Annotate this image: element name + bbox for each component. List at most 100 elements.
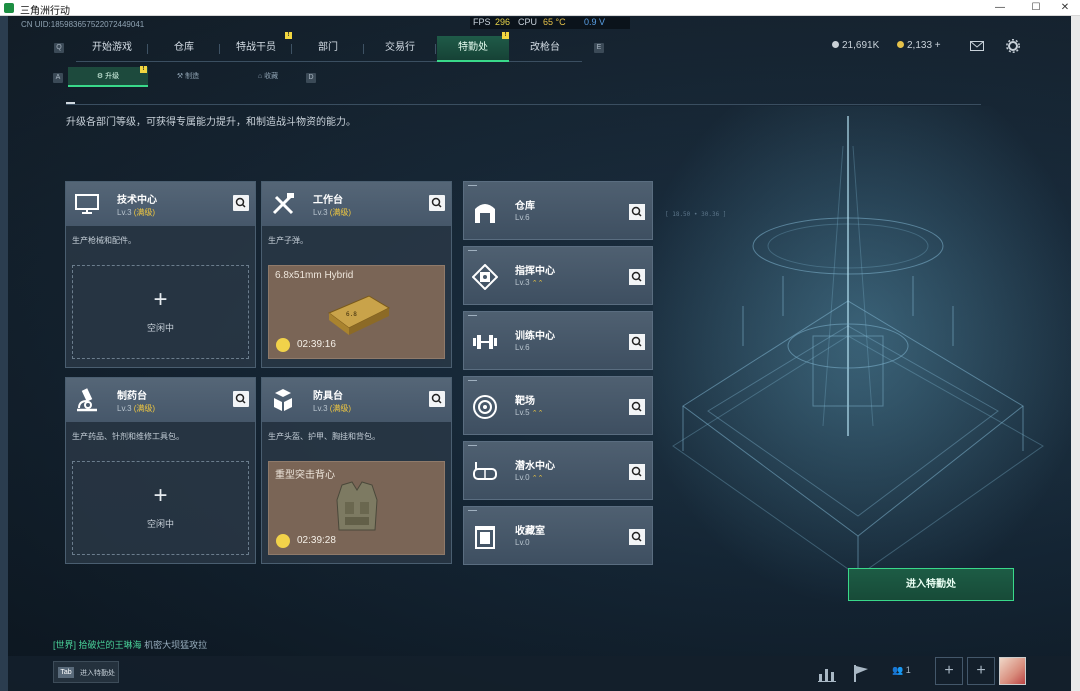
add-slot-button-2[interactable]: + bbox=[967, 657, 995, 685]
tab-start-game[interactable]: 开始游戏 bbox=[76, 36, 148, 62]
search-icon[interactable] bbox=[233, 391, 249, 407]
facility-row-collection-room[interactable]: 收藏室 Lv.0 bbox=[463, 506, 653, 565]
timer-icon bbox=[276, 534, 290, 548]
search-icon[interactable] bbox=[429, 195, 445, 211]
production-timer: 02:39:16 bbox=[297, 339, 336, 350]
operators-alert-badge: ! bbox=[285, 32, 292, 39]
gold-coin-icon bbox=[897, 41, 904, 48]
stats-chart-icon[interactable] bbox=[816, 662, 838, 684]
facility-level: Lv.3 (满级) bbox=[117, 208, 156, 217]
facility-card-pharmacy[interactable]: 制药台 Lv.3 (满级) 生产药品、针剂和维修工具包。 + 空闲中 bbox=[65, 377, 256, 564]
page-description: 升级各部门等级，可获得专属能力提升，和制造战斗物资的能力。 bbox=[66, 117, 356, 128]
enter-special-ops-button[interactable]: 进入特勤处 bbox=[848, 568, 1014, 601]
nav-prev-key: Q bbox=[54, 43, 64, 53]
tab-warehouse[interactable]: 仓库 bbox=[148, 36, 220, 62]
maximize-button[interactable]: ☐ bbox=[1021, 0, 1051, 16]
cpu-voltage: 0.9 V bbox=[584, 17, 606, 27]
search-icon[interactable] bbox=[629, 204, 645, 220]
gold-balance[interactable]: 2,133 + bbox=[897, 40, 941, 51]
facility-name: 仓库 bbox=[515, 201, 535, 212]
empty-production-slot[interactable]: + 空闲中 bbox=[72, 461, 249, 555]
facility-description: 生产子弹。 bbox=[268, 236, 308, 245]
upgrade-available-icon: ⌃⌃ bbox=[531, 280, 544, 287]
facility-row-diving-center[interactable]: 潜水中心 Lv.0 ⌃⌃ bbox=[463, 441, 653, 500]
ammo-box-image: 6.8 bbox=[328, 295, 391, 335]
tab-special-ops[interactable]: 特勤处 bbox=[437, 36, 509, 62]
search-icon[interactable] bbox=[629, 334, 645, 350]
facility-hologram: [ 18.50 • 30.36 ] bbox=[653, 106, 1071, 606]
search-icon[interactable] bbox=[629, 269, 645, 285]
facility-row-shooting-range[interactable]: 靶场 Lv.5 ⌃⌃ bbox=[463, 376, 653, 435]
player-uid: CN UID:1859836575220724490​41 bbox=[21, 20, 145, 29]
facility-description: 生产药品、针剂和维修工具包。 bbox=[72, 432, 184, 441]
target-icon bbox=[473, 395, 497, 419]
production-slot[interactable]: 6.8x51mm Hybrid 6.8 02:39:16 bbox=[268, 265, 445, 359]
search-icon[interactable] bbox=[429, 391, 445, 407]
subnav-prev-key: A bbox=[53, 73, 63, 83]
subtab-upgrade[interactable]: ⚙ 升级 bbox=[68, 67, 148, 87]
facility-row-training-center[interactable]: 训练中心 Lv.6 bbox=[463, 311, 653, 370]
idle-status: 空闲中 bbox=[146, 323, 174, 333]
monitor-icon bbox=[75, 194, 99, 214]
tab-hint-text: 进入特勤处 bbox=[80, 670, 115, 677]
facility-level: Lv.0 bbox=[515, 538, 530, 547]
bottom-bar bbox=[8, 656, 1071, 691]
facility-card-tech-center[interactable]: 技术中心 Lv.3 (满级) 生产枪械和配件。 + 空闲中 bbox=[65, 181, 256, 368]
friends-button[interactable]: 👥 1 bbox=[892, 665, 911, 676]
facility-card-armor-bench[interactable]: 防具台 Lv.3 (满级) 生产头盔、护甲、胸挂和背包。 重型突击背心 02:3… bbox=[261, 377, 452, 564]
search-icon[interactable] bbox=[629, 399, 645, 415]
upgrade-alert-badge: ! bbox=[140, 66, 147, 73]
facility-level: Lv.3 (满级) bbox=[117, 404, 156, 413]
desktop-left-edge bbox=[0, 16, 8, 691]
tab-department[interactable]: 部门 bbox=[292, 36, 364, 62]
search-icon[interactable] bbox=[629, 464, 645, 480]
close-button[interactable]: ✕ bbox=[1050, 0, 1080, 16]
armor-icon bbox=[274, 389, 292, 411]
tools-icon bbox=[272, 193, 294, 215]
silver-balance[interactable]: 21,691K bbox=[832, 40, 879, 51]
tab-trading[interactable]: 交易行 bbox=[364, 36, 436, 62]
tab-operators[interactable]: 特战干员 bbox=[220, 36, 292, 62]
chat-message: 机密大坝猛攻拉 bbox=[144, 640, 208, 650]
facility-name: 潜水中心 bbox=[515, 461, 555, 472]
nav-next-key: E bbox=[594, 43, 604, 53]
facility-level: Lv.0 ⌃⌃ bbox=[515, 473, 544, 482]
tab-gunsmith[interactable]: 改枪台 bbox=[509, 36, 581, 62]
chat-line[interactable]: [世界] 拾破烂的王琳海 机密大坝猛攻拉 bbox=[53, 638, 207, 651]
subtab-collection[interactable]: ⌂ 收藏 bbox=[228, 67, 308, 87]
tab-shortcut-hint[interactable]: Tab 进入特勤处 bbox=[53, 661, 119, 683]
production-slot[interactable]: 重型突击背心 02:39:28 bbox=[268, 461, 445, 555]
subtab-craft[interactable]: ⚒ 制造 bbox=[148, 67, 228, 87]
microscope-icon bbox=[77, 388, 97, 412]
search-icon[interactable] bbox=[233, 195, 249, 211]
divider bbox=[66, 104, 981, 105]
idle-status: 空闲中 bbox=[146, 519, 174, 529]
minimize-button[interactable]: — bbox=[985, 0, 1015, 16]
product-name: 6.8x51mm Hybrid bbox=[275, 270, 354, 281]
flag-icon[interactable] bbox=[850, 662, 872, 684]
main-nav: 开始游戏 仓库 特战干员 部门 交易行 特勤处 改枪台 bbox=[76, 36, 582, 62]
facility-level: Lv.5 ⌃⌃ bbox=[515, 408, 544, 417]
gear-icon[interactable] bbox=[1006, 39, 1020, 53]
vest-image bbox=[336, 481, 378, 531]
facility-row-warehouse[interactable]: 仓库 Lv.6 bbox=[463, 181, 653, 240]
facility-description: 生产枪械和配件。 bbox=[72, 236, 136, 245]
facility-name: 工作台 bbox=[313, 195, 343, 206]
facility-name: 训练中心 bbox=[515, 331, 555, 342]
dumbbell-icon bbox=[473, 335, 497, 349]
chat-speaker: 拾破烂的王琳海 bbox=[78, 640, 142, 650]
product-name: 重型突击背心 bbox=[275, 470, 335, 481]
facility-level: Lv.3 (满级) bbox=[313, 208, 352, 217]
mail-icon[interactable] bbox=[970, 41, 984, 51]
add-slot-button[interactable]: + bbox=[935, 657, 963, 685]
fps-label: FPS bbox=[473, 17, 491, 27]
tab-key: Tab bbox=[58, 667, 74, 678]
upgrade-available-icon: ⌃⌃ bbox=[531, 410, 544, 417]
facility-row-command-center[interactable]: 指挥中心 Lv.3 ⌃⌃ bbox=[463, 246, 653, 305]
empty-production-slot[interactable]: + 空闲中 bbox=[72, 265, 249, 359]
add-icon: + bbox=[153, 286, 168, 313]
player-avatar[interactable] bbox=[999, 657, 1026, 685]
facility-card-workbench[interactable]: 工作台 Lv.3 (满级) 生产子弹。 6.8x51mm Hybrid 6.8 … bbox=[261, 181, 452, 368]
search-icon[interactable] bbox=[629, 529, 645, 545]
facility-level: Lv.3 (满级) bbox=[313, 404, 352, 413]
